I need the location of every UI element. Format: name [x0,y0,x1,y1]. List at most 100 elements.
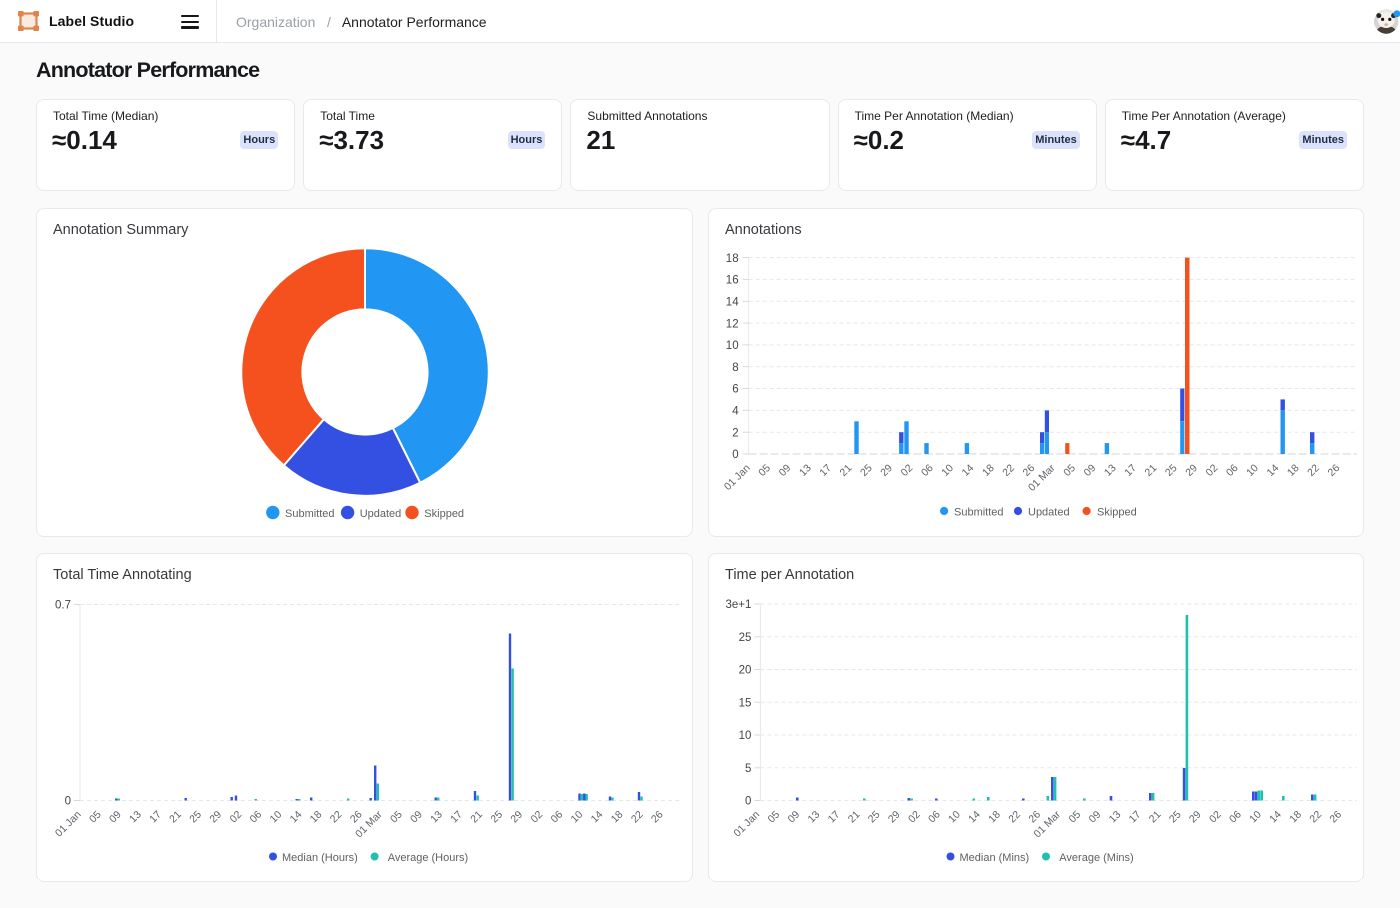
svg-text:10: 10 [946,809,963,826]
svg-text:09: 09 [107,809,124,826]
svg-text:10: 10 [1244,462,1261,479]
svg-text:0: 0 [732,449,738,461]
svg-text:17: 17 [147,809,164,826]
svg-text:25: 25 [858,462,875,479]
svg-text:13: 13 [806,809,823,826]
svg-text:22: 22 [328,809,345,826]
svg-text:26: 26 [649,809,666,826]
svg-text:4: 4 [732,406,739,418]
svg-text:16: 16 [726,275,739,287]
svg-text:09: 09 [785,809,802,826]
svg-text:22: 22 [629,809,646,826]
svg-text:Updated: Updated [360,508,402,520]
svg-text:17: 17 [1127,809,1144,826]
svg-text:20: 20 [739,665,752,677]
svg-text:09: 09 [1087,809,1104,826]
svg-text:02: 02 [1207,809,1224,826]
svg-text:01 Jan: 01 Jan [731,809,762,840]
svg-text:22: 22 [1305,462,1322,479]
svg-text:14: 14 [1265,462,1282,479]
svg-text:10: 10 [726,340,739,352]
svg-text:10: 10 [939,462,956,479]
svg-text:22: 22 [1000,462,1017,479]
svg-text:10: 10 [268,809,285,826]
svg-text:15: 15 [739,697,752,709]
svg-text:22: 22 [1006,809,1023,826]
svg-text:05: 05 [1061,462,1078,479]
svg-text:17: 17 [826,809,843,826]
svg-text:29: 29 [508,809,525,826]
svg-text:01 Jan: 01 Jan [722,462,753,493]
svg-text:09: 09 [408,809,425,826]
svg-text:25: 25 [488,809,505,826]
svg-text:18: 18 [308,809,325,826]
svg-text:0: 0 [65,796,71,808]
svg-text:02: 02 [227,809,244,826]
svg-text:09: 09 [777,462,794,479]
svg-text:01 Jan: 01 Jan [53,809,84,840]
svg-text:21: 21 [1147,809,1164,826]
svg-text:Submitted: Submitted [285,508,335,520]
svg-text:06: 06 [549,809,566,826]
svg-text:06: 06 [247,809,264,826]
svg-text:05: 05 [756,462,773,479]
svg-text:21: 21 [167,809,184,826]
svg-text:Skipped: Skipped [1097,507,1137,519]
svg-text:02: 02 [899,462,916,479]
svg-text:Skipped: Skipped [424,508,464,520]
svg-text:3e+1: 3e+1 [725,599,751,611]
svg-text:25: 25 [1167,809,1184,826]
svg-text:Average (Mins): Average (Mins) [1059,852,1133,864]
svg-text:14: 14 [589,809,606,826]
svg-text:29: 29 [878,462,895,479]
svg-text:02: 02 [906,809,923,826]
svg-text:21: 21 [468,809,485,826]
svg-text:21: 21 [846,809,863,826]
svg-text:14: 14 [1267,809,1284,826]
svg-text:14: 14 [966,809,983,826]
svg-text:13: 13 [1107,809,1124,826]
svg-text:17: 17 [817,462,834,479]
svg-text:05: 05 [765,809,782,826]
svg-text:2: 2 [732,427,738,439]
svg-text:06: 06 [1224,462,1241,479]
svg-text:0: 0 [745,796,751,808]
svg-text:05: 05 [388,809,405,826]
svg-text:18: 18 [1287,809,1304,826]
svg-text:Median (Hours): Median (Hours) [282,852,358,864]
svg-text:26: 26 [1326,462,1343,479]
svg-text:02: 02 [1204,462,1221,479]
svg-text:05: 05 [1066,809,1083,826]
svg-text:29: 29 [207,809,224,826]
svg-text:14: 14 [726,297,739,309]
svg-text:18: 18 [609,809,626,826]
svg-text:21: 21 [1143,462,1160,479]
svg-text:29: 29 [1183,462,1200,479]
svg-text:18: 18 [986,809,1003,826]
svg-text:22: 22 [1307,809,1324,826]
svg-text:13: 13 [1102,462,1119,479]
svg-text:26: 26 [1327,809,1344,826]
svg-text:29: 29 [886,809,903,826]
svg-text:5: 5 [745,763,751,775]
svg-text:14: 14 [960,462,977,479]
svg-text:13: 13 [428,809,445,826]
svg-text:13: 13 [797,462,814,479]
svg-text:10: 10 [739,730,752,742]
svg-text:02: 02 [528,809,545,826]
svg-text:25: 25 [866,809,883,826]
svg-text:8: 8 [732,362,738,374]
svg-text:13: 13 [127,809,144,826]
svg-text:25: 25 [1163,462,1180,479]
svg-text:10: 10 [1247,809,1264,826]
svg-text:25: 25 [739,632,752,644]
svg-text:Updated: Updated [1028,507,1070,519]
svg-text:25: 25 [187,809,204,826]
svg-text:17: 17 [1122,462,1139,479]
svg-text:0.7: 0.7 [55,600,71,612]
svg-text:05: 05 [87,809,104,826]
svg-text:17: 17 [448,809,465,826]
svg-text:18: 18 [726,253,739,265]
svg-text:14: 14 [288,809,305,826]
svg-text:Average (Hours): Average (Hours) [388,852,469,864]
